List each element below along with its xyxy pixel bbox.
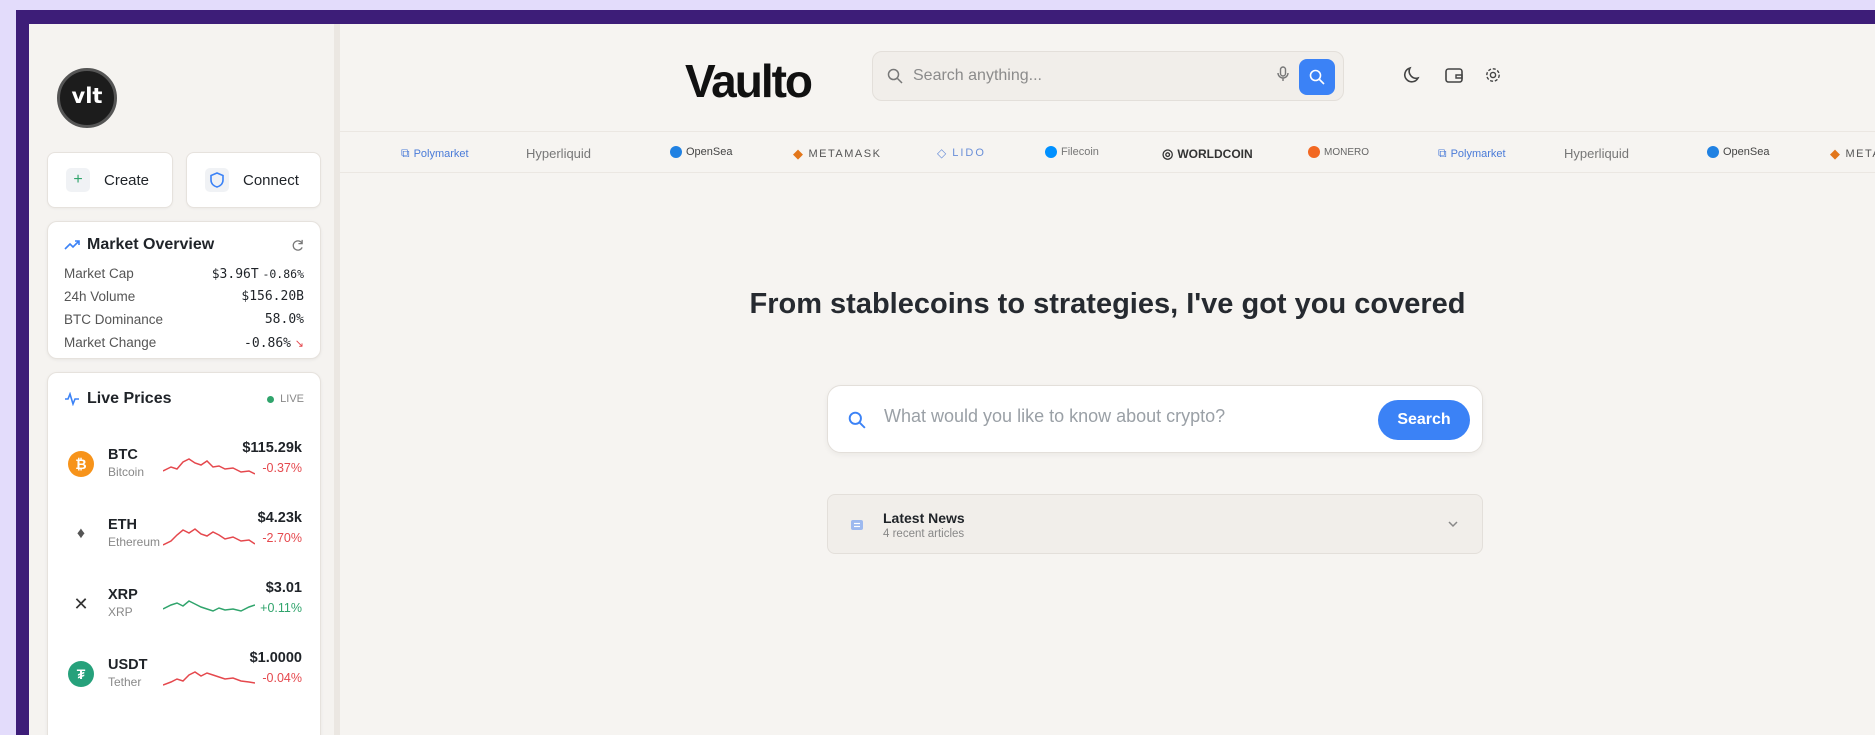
shield-icon	[205, 168, 229, 192]
coin-change: -0.37%	[262, 461, 302, 475]
sidebar: vlt + Create Connect Market Overview Mar…	[29, 24, 340, 735]
coin-price: $1.0000	[249, 650, 302, 666]
chevron-down-icon[interactable]	[1448, 521, 1458, 528]
search-input[interactable]	[913, 67, 1253, 85]
market-row-cap: Market Cap $3.96T -0.86%	[48, 262, 320, 285]
gear-icon	[1486, 68, 1500, 82]
dark-mode-toggle[interactable]	[1400, 62, 1426, 88]
market-row-dominance: BTC Dominance 58.0%	[48, 308, 320, 331]
search-icon	[887, 68, 903, 84]
filecoin-logo: Filecoin	[1045, 146, 1099, 158]
settings-button[interactable]	[1480, 62, 1506, 88]
search-submit-button[interactable]	[1299, 59, 1335, 95]
lido-logo: ◇ LIDO	[937, 146, 986, 160]
market-overview-card: Market Overview Market Cap $3.96T -0.86%…	[47, 221, 321, 359]
ask-search-box: Search	[827, 385, 1483, 453]
search-button[interactable]: Search	[1378, 400, 1470, 440]
news-subtitle: 4 recent articles	[883, 528, 965, 540]
live-badge: LIVE	[267, 393, 304, 405]
worldcoin-logo: ◎ WORLDCOIN	[1162, 146, 1253, 161]
coin-name: Tether	[108, 675, 142, 689]
row-value: $156.20B	[241, 289, 304, 304]
market-row-volume: 24h Volume $156.20B	[48, 285, 320, 308]
metamask-logo: ◆METAMASK	[1830, 146, 1875, 161]
ask-input[interactable]	[884, 406, 1364, 427]
row-label: Market Change	[64, 335, 157, 350]
coin-name: Ethereum	[108, 535, 161, 549]
activity-icon	[65, 392, 79, 406]
coin-row-btc[interactable]: ₿ BTC Bitcoin $115.29k -0.37%	[48, 425, 320, 495]
coin-price: $115.29k	[242, 440, 302, 456]
metamask-logo: ◆METAMASK	[793, 146, 882, 161]
row-label: BTC Dominance	[64, 312, 164, 327]
trending-down-icon: ↘	[294, 337, 304, 350]
trending-up-icon	[64, 240, 80, 250]
hero-headline: From stablecoins to strategies, I've got…	[749, 288, 1466, 320]
wallet-icon	[1445, 68, 1463, 83]
row-label: Market Cap	[64, 266, 134, 281]
polymarket-logo: ⧉ Polymarket	[401, 146, 469, 160]
coin-price: $3.01	[265, 580, 302, 596]
market-row-change: Market Change -0.86% ↘	[48, 331, 320, 354]
wallet-button[interactable]	[1441, 62, 1467, 88]
live-prices-title: Live Prices	[87, 390, 172, 407]
polymarket-logo: ⧉ Polymarket	[1438, 146, 1506, 160]
coin-change: -2.70%	[262, 531, 302, 545]
latest-news-panel[interactable]: Latest News 4 recent articles	[827, 494, 1483, 554]
sparkline-chart	[163, 671, 255, 686]
hyperliquid-logo: Hyperliquid	[526, 146, 592, 161]
live-dot-icon	[267, 395, 275, 403]
microphone-icon[interactable]	[1277, 66, 1289, 87]
coin-row-xrp[interactable]: ✕ XRP XRP $3.01 +0.11%	[48, 565, 320, 635]
sparkline-chart	[163, 600, 255, 612]
coin-name: Bitcoin	[108, 465, 145, 479]
tether-icon: ₮	[68, 661, 94, 687]
top-search-bar	[872, 51, 1344, 101]
coin-symbol: ETH	[108, 517, 137, 533]
live-badge-label: LIVE	[280, 393, 304, 405]
coin-price: $4.23k	[257, 510, 302, 526]
xrp-icon: ✕	[68, 591, 94, 617]
sparkline-chart	[163, 528, 255, 546]
market-overview-title: Market Overview	[87, 236, 215, 253]
coin-symbol: USDT	[108, 657, 148, 673]
brand-logo[interactable]: Vaulto	[685, 54, 813, 108]
sparkline-chart	[163, 458, 255, 475]
coin-name: XRP	[108, 605, 133, 619]
coin-change: -0.04%	[262, 671, 302, 685]
create-button[interactable]: + Create	[47, 152, 173, 208]
app-window: vlt + Create Connect Market Overview Mar…	[29, 24, 1875, 735]
monero-logo: MONERO	[1308, 146, 1369, 158]
live-prices-card: Live Prices LIVE ₿ BTC Bitcoin $115.29k …	[47, 372, 321, 735]
connect-button[interactable]: Connect	[186, 152, 321, 208]
row-label: 24h Volume	[64, 289, 136, 304]
coin-row-eth[interactable]: ♦ ETH Ethereum $4.23k -2.70%	[48, 495, 320, 565]
opensea-logo: OpenSea	[1707, 146, 1769, 158]
row-value: -0.86%	[244, 335, 292, 351]
main-content: Vaulto ⧉Polymarket Hyperliquid OpenSea ◆…	[340, 24, 1875, 735]
create-button-label: Create	[104, 171, 150, 189]
search-icon	[1309, 69, 1325, 85]
refresh-icon[interactable]	[291, 239, 304, 252]
hyperliquid-logo: Hyperliquid	[1564, 146, 1630, 161]
news-title: Latest News	[883, 510, 965, 526]
row-value: 58.0%	[264, 312, 304, 327]
coin-symbol: XRP	[108, 587, 138, 603]
coin-change: +0.11%	[260, 601, 302, 615]
ethereum-icon: ♦	[68, 521, 94, 547]
coin-symbol: BTC	[108, 447, 138, 463]
search-icon	[848, 411, 866, 429]
coin-row-usdt[interactable]: ₮ USDT Tether $1.0000 -0.04%	[48, 635, 320, 705]
plus-icon: +	[66, 168, 90, 192]
connect-button-label: Connect	[243, 171, 299, 189]
row-value: $3.96T	[211, 266, 259, 282]
app-logo[interactable]: vlt	[57, 68, 117, 128]
opensea-logo: OpenSea	[670, 146, 732, 158]
moon-icon	[1404, 66, 1420, 83]
row-change: -0.86%	[262, 266, 304, 281]
newspaper-icon	[851, 520, 863, 530]
partner-logo-strip: ⧉ Polymarket Hyperliquid OpenSea ◆ METAMAS…	[340, 131, 1875, 173]
bitcoin-icon: ₿	[68, 451, 94, 477]
